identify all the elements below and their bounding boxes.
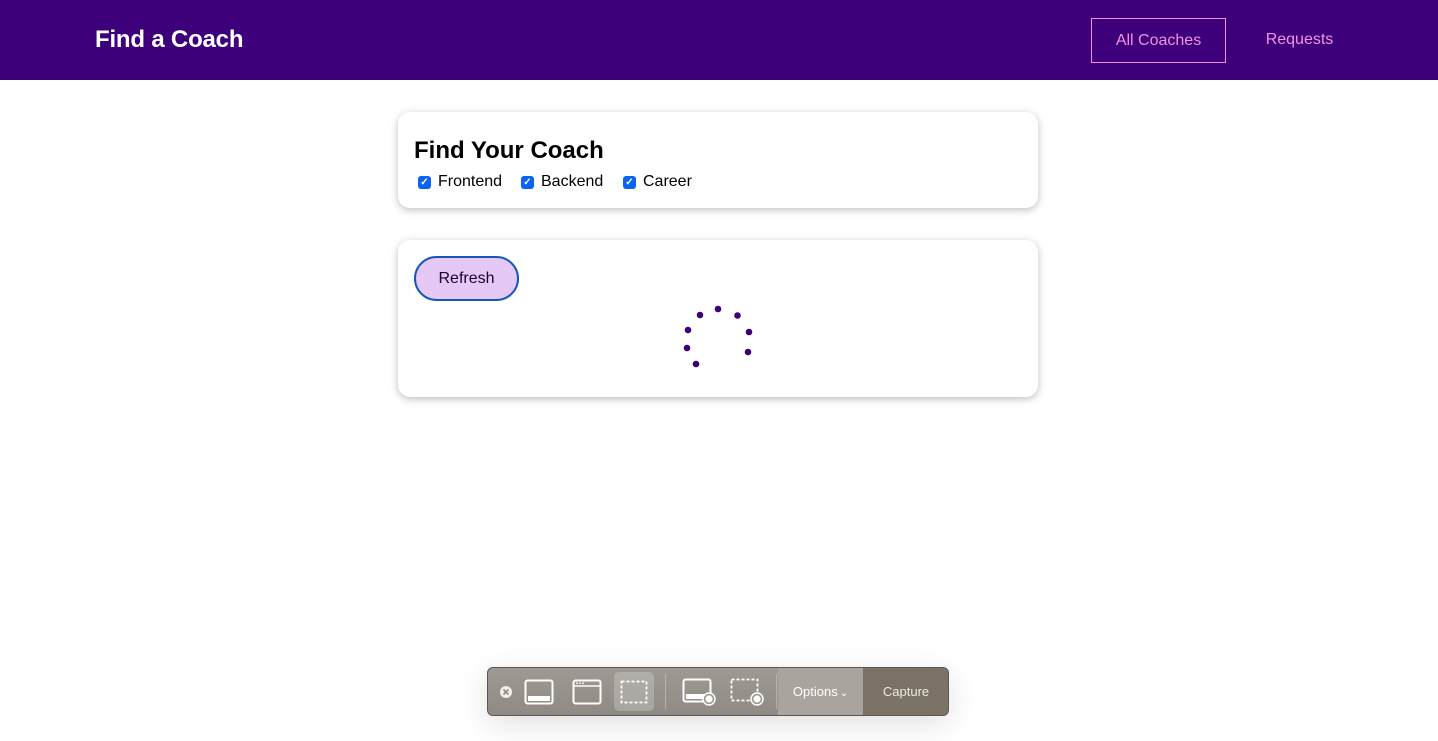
record-selection-icon[interactable] (729, 668, 765, 715)
chevron-down-icon: ⌄ (839, 688, 849, 699)
nav-requests[interactable]: Requests (1232, 18, 1367, 63)
filter-label[interactable]: Career (643, 173, 692, 191)
capture-entire-screen-icon[interactable] (522, 668, 556, 715)
capture-selection-icon[interactable] (614, 672, 654, 711)
record-entire-screen-icon[interactable] (681, 668, 717, 715)
filter-title: Find Your Coach (414, 137, 604, 164)
filter-option-frontend[interactable]: ✓ Frontend (418, 173, 502, 191)
options-label: Options (792, 684, 838, 699)
filter-option-backend[interactable]: ✓ Backend (521, 173, 603, 191)
capture-button[interactable]: Capture (863, 668, 948, 715)
refresh-button[interactable]: Refresh (414, 256, 519, 301)
checkbox-checked-icon[interactable]: ✓ (418, 175, 431, 189)
toolbar-divider (665, 674, 666, 709)
close-icon[interactable] (498, 668, 514, 715)
app-brand[interactable]: Find a Coach (95, 26, 243, 54)
capture-window-icon[interactable] (570, 668, 604, 715)
loading-spinner-icon (683, 305, 753, 368)
filter-label[interactable]: Backend (541, 173, 603, 191)
checkbox-checked-icon[interactable]: ✓ (623, 175, 636, 189)
filter-label[interactable]: Frontend (438, 173, 502, 191)
coach-filter-card: Find Your Coach (398, 112, 1038, 208)
filter-option-career[interactable]: ✓ Career (623, 173, 692, 191)
toolbar-divider (776, 674, 777, 709)
checkbox-checked-icon[interactable]: ✓ (521, 175, 534, 189)
screenshot-toolbar: Options ⌄ Capture (487, 667, 949, 716)
app-header: Find a Coach All Coaches Requests (0, 0, 1438, 80)
options-menu-button[interactable]: Options ⌄ (778, 668, 863, 715)
nav-all-coaches[interactable]: All Coaches (1091, 18, 1226, 63)
